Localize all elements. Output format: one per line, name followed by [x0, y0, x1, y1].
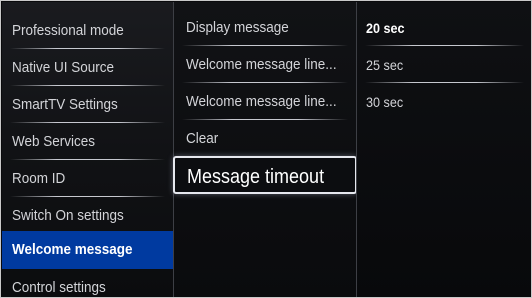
submenu-item-label: Message timeout: [187, 166, 325, 188]
option-label: 20 sec: [366, 20, 405, 36]
menu-item-switch-on-settings[interactable]: Switch On settings: [2, 198, 173, 234]
submenu-item-label: Clear: [186, 130, 219, 147]
submenu-item-label: Display message: [186, 19, 289, 36]
item-divider: [182, 82, 348, 83]
option-30-sec[interactable]: 30 sec: [357, 84, 531, 120]
menu-item-native-ui-source[interactable]: Native UI Source: [2, 50, 173, 86]
item-divider: [10, 48, 165, 49]
submenu-item-welcome-line-2[interactable]: Welcome message line...: [174, 84, 356, 120]
menu-item-room-id[interactable]: Room ID: [2, 161, 173, 197]
menu-item-control-settings[interactable]: Control settings: [2, 270, 173, 297]
item-divider: [10, 196, 165, 197]
menu-item-label: Welcome message: [12, 241, 133, 258]
menu-item-smarttv-settings[interactable]: SmartTV Settings: [2, 87, 173, 123]
menu-item-label: SmartTV Settings: [12, 96, 118, 113]
submenu-item-clear[interactable]: Clear: [174, 121, 356, 157]
option-label: 25 sec: [366, 57, 404, 73]
item-divider: [365, 45, 524, 46]
item-divider: [182, 119, 348, 120]
item-divider: [365, 82, 524, 83]
option-label: 30 sec: [366, 94, 404, 110]
submenu-column: Display message Welcome message line... …: [173, 2, 357, 297]
menu-item-label: Professional mode: [12, 22, 124, 39]
option-25-sec[interactable]: 25 sec: [357, 47, 531, 83]
submenu-item-label: Welcome message line...: [186, 56, 337, 73]
main-menu-column: Professional mode Native UI Source Smart…: [2, 2, 173, 297]
tv-settings-screen: Professional mode Native UI Source Smart…: [0, 0, 532, 298]
menu-item-label: Switch On settings: [12, 207, 124, 224]
submenu-item-welcome-line-1[interactable]: Welcome message line...: [174, 47, 356, 83]
menu-item-label: Web Services: [12, 133, 96, 150]
menu-item-professional-mode[interactable]: Professional mode: [2, 13, 173, 49]
menu-item-label: Native UI Source: [12, 59, 115, 76]
submenu-item-label: Welcome message line...: [186, 93, 337, 110]
submenu-item-message-timeout[interactable]: Message timeout: [173, 156, 357, 194]
item-divider: [10, 85, 165, 86]
menu-item-welcome-message[interactable]: Welcome message: [2, 231, 173, 269]
options-column: 20 sec 25 sec 30 sec: [357, 2, 531, 297]
menu-item-web-services[interactable]: Web Services: [2, 124, 173, 160]
item-divider: [182, 45, 348, 46]
submenu-item-display-message[interactable]: Display message: [174, 10, 356, 46]
menu-item-label: Room ID: [12, 170, 66, 187]
item-divider: [10, 159, 165, 160]
menu-item-label: Control settings: [12, 279, 106, 296]
item-divider: [10, 122, 165, 123]
option-20-sec[interactable]: 20 sec: [357, 10, 531, 46]
